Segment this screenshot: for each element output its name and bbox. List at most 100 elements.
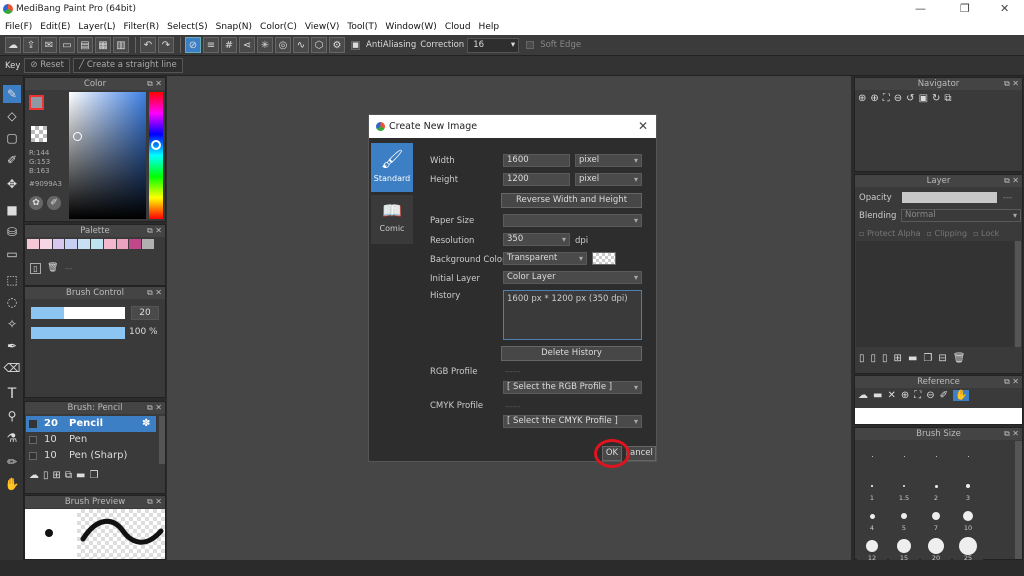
brush-size-scrollbar[interactable] bbox=[1015, 441, 1022, 559]
settings-gear-icon[interactable]: ✽ bbox=[142, 416, 150, 432]
close-icon[interactable]: ⧉ ✕ bbox=[1004, 428, 1019, 440]
eyedropper-tool-icon[interactable]: ⚗ bbox=[3, 429, 21, 447]
menu-view[interactable]: View(V) bbox=[305, 19, 340, 35]
zoom-in-icon[interactable]: ⊕ bbox=[901, 390, 909, 401]
menu-tool[interactable]: Tool(T) bbox=[347, 19, 377, 35]
initial-layer-dropdown[interactable]: Color Layer bbox=[503, 271, 642, 284]
folder-open-icon[interactable]: ▬ bbox=[873, 390, 882, 401]
brush-size-cell[interactable]: 7 bbox=[921, 503, 951, 533]
clipping-checkbox[interactable]: ▫ Clipping bbox=[927, 229, 968, 238]
protect-alpha-checkbox[interactable]: ▫ Protect Alpha bbox=[859, 229, 921, 238]
new-layer-icon[interactable]: ▯ bbox=[859, 353, 865, 364]
close-reference-icon[interactable]: ✕ bbox=[887, 390, 895, 401]
lock-checkbox[interactable]: ▫ Lock bbox=[973, 229, 999, 238]
comment-icon[interactable]: ▭ bbox=[59, 37, 75, 53]
brush-size-cell[interactable]: 1.5 bbox=[889, 473, 919, 503]
menu-file[interactable]: File(F) bbox=[5, 19, 32, 35]
reverse-width-height-button[interactable]: Reverse Width and Height bbox=[501, 193, 642, 208]
close-icon[interactable]: ⧉ ✕ bbox=[1004, 175, 1019, 187]
curve-snap-icon[interactable]: ∿ bbox=[293, 37, 309, 53]
palette-swatch[interactable] bbox=[116, 239, 129, 249]
palette-swatch[interactable] bbox=[39, 239, 52, 249]
resolution-dropdown[interactable]: 350 bbox=[503, 233, 570, 246]
menu-select[interactable]: Select(S) bbox=[167, 19, 208, 35]
actual-size-icon[interactable]: ▣ bbox=[919, 93, 928, 104]
close-icon[interactable]: ⧉ ✕ bbox=[1004, 78, 1019, 90]
snap-off-icon[interactable]: ⊘ bbox=[185, 37, 201, 53]
reference-view[interactable] bbox=[855, 408, 1022, 424]
zoom-out-icon[interactable]: ⊖ bbox=[894, 93, 902, 104]
palette-swatch[interactable] bbox=[142, 239, 154, 249]
palette-swatch[interactable] bbox=[90, 239, 103, 249]
text-tool-icon[interactable]: T bbox=[3, 385, 21, 403]
close-icon[interactable]: ⧉ ✕ bbox=[147, 287, 162, 299]
width-unit-dropdown[interactable]: pixel bbox=[575, 154, 642, 167]
reset-button[interactable]: ⊘ Reset bbox=[24, 58, 70, 73]
height-unit-dropdown[interactable]: pixel bbox=[575, 173, 642, 186]
pen-tool-icon[interactable]: ✏ bbox=[3, 453, 21, 471]
soft-edge-checkbox[interactable] bbox=[526, 41, 535, 49]
saturation-value-picker[interactable] bbox=[69, 92, 146, 219]
paper-size-dropdown[interactable] bbox=[503, 214, 642, 227]
select-tool-icon[interactable]: ⬚ bbox=[3, 271, 21, 289]
lasso-tool-icon[interactable]: ◌ bbox=[3, 293, 21, 311]
correction-dropdown[interactable]: 16 ▾ bbox=[467, 37, 520, 53]
menu-cloud[interactable]: Cloud bbox=[445, 19, 471, 35]
gradient-tool-icon[interactable]: ▭ bbox=[3, 245, 21, 263]
fill-rect-tool-icon[interactable]: ■ bbox=[3, 201, 21, 219]
tab-comic[interactable]: 📖 Comic bbox=[371, 195, 413, 244]
palette-swatch[interactable] bbox=[129, 239, 142, 249]
brush-size-slider[interactable] bbox=[31, 307, 125, 319]
hue-slider-handle[interactable] bbox=[151, 140, 161, 150]
cloud-icon[interactable]: ☁ bbox=[5, 37, 21, 53]
cancel-button[interactable]: ancel bbox=[626, 446, 656, 461]
brush-size-cell[interactable]: 2 bbox=[921, 473, 951, 503]
shape-snap-icon[interactable]: ⬡ bbox=[311, 37, 327, 53]
layer-list[interactable] bbox=[856, 241, 1014, 347]
hand-tool-icon[interactable]: ✋ bbox=[3, 475, 21, 493]
menu-window[interactable]: Window(W) bbox=[385, 19, 436, 35]
brush-item-pen-sharp[interactable]: 10 Pen (Sharp) bbox=[26, 448, 156, 464]
palette-icon[interactable]: ✿ bbox=[29, 196, 43, 210]
palette-swatch[interactable] bbox=[52, 239, 65, 249]
history-list[interactable]: 1600 px * 1200 px (350 dpi) bbox=[503, 290, 642, 340]
brush-size-cell[interactable] bbox=[953, 443, 983, 473]
hand-icon[interactable]: ✋ bbox=[953, 390, 970, 401]
zoom-fit-icon[interactable]: ⊕ bbox=[858, 93, 866, 104]
close-icon[interactable]: ⧉ ✕ bbox=[147, 402, 162, 414]
magic-wand-tool-icon[interactable]: ✧ bbox=[3, 315, 21, 333]
folder-icon[interactable]: ▬ bbox=[76, 470, 85, 486]
duplicate-icon[interactable]: ❐ bbox=[90, 470, 99, 486]
brush-size-cell[interactable]: 20 bbox=[921, 533, 951, 563]
menu-layer[interactable]: Layer(L) bbox=[78, 19, 115, 35]
brush-list-scrollbar[interactable] bbox=[159, 416, 165, 464]
close-icon[interactable]: ✕ bbox=[638, 115, 648, 138]
grid-document-icon[interactable]: ▦ bbox=[95, 37, 111, 53]
brush-item-pen[interactable]: 10 Pen bbox=[26, 432, 156, 448]
antialiasing-checkbox[interactable]: ■ bbox=[351, 40, 360, 50]
radial-snap-icon[interactable]: ✳ bbox=[257, 37, 273, 53]
cloud-icon[interactable]: ☁ bbox=[858, 390, 868, 401]
fit-window-icon[interactable]: ⛶ bbox=[883, 93, 890, 104]
color-picker-cursor[interactable] bbox=[73, 132, 82, 141]
brush-size-cell[interactable]: 25 bbox=[953, 533, 983, 563]
duplicate-layer-icon[interactable]: ❐ bbox=[923, 353, 932, 364]
fit-icon[interactable]: ⛶ bbox=[914, 390, 921, 401]
undo-icon[interactable]: ↶ bbox=[140, 37, 156, 53]
menu-edit[interactable]: Edit(E) bbox=[40, 19, 70, 35]
brush-size-cell[interactable] bbox=[921, 443, 951, 473]
merge-layer-icon[interactable]: ⊟ bbox=[938, 353, 946, 364]
palette-swatch[interactable] bbox=[65, 239, 78, 249]
redo-icon[interactable]: ↷ bbox=[158, 37, 174, 53]
eyedropper-icon[interactable]: ✐ bbox=[940, 390, 948, 401]
palette-swatch[interactable] bbox=[78, 239, 90, 249]
cloud-brush-icon[interactable]: ☁ bbox=[29, 470, 39, 486]
move-tool-icon[interactable]: ✥ bbox=[3, 175, 21, 193]
chat-icon[interactable]: ✉ bbox=[41, 37, 57, 53]
eraser-tool-icon[interactable]: ◇ bbox=[3, 107, 21, 125]
brush-size-cell[interactable]: 5 bbox=[889, 503, 919, 533]
tab-standard[interactable]: 🖌 Standard bbox=[371, 143, 413, 192]
brush-size-value[interactable]: 20 bbox=[131, 306, 159, 320]
menu-help[interactable]: Help bbox=[479, 19, 500, 35]
add-brush-icon[interactable]: ⊞ bbox=[53, 470, 61, 486]
